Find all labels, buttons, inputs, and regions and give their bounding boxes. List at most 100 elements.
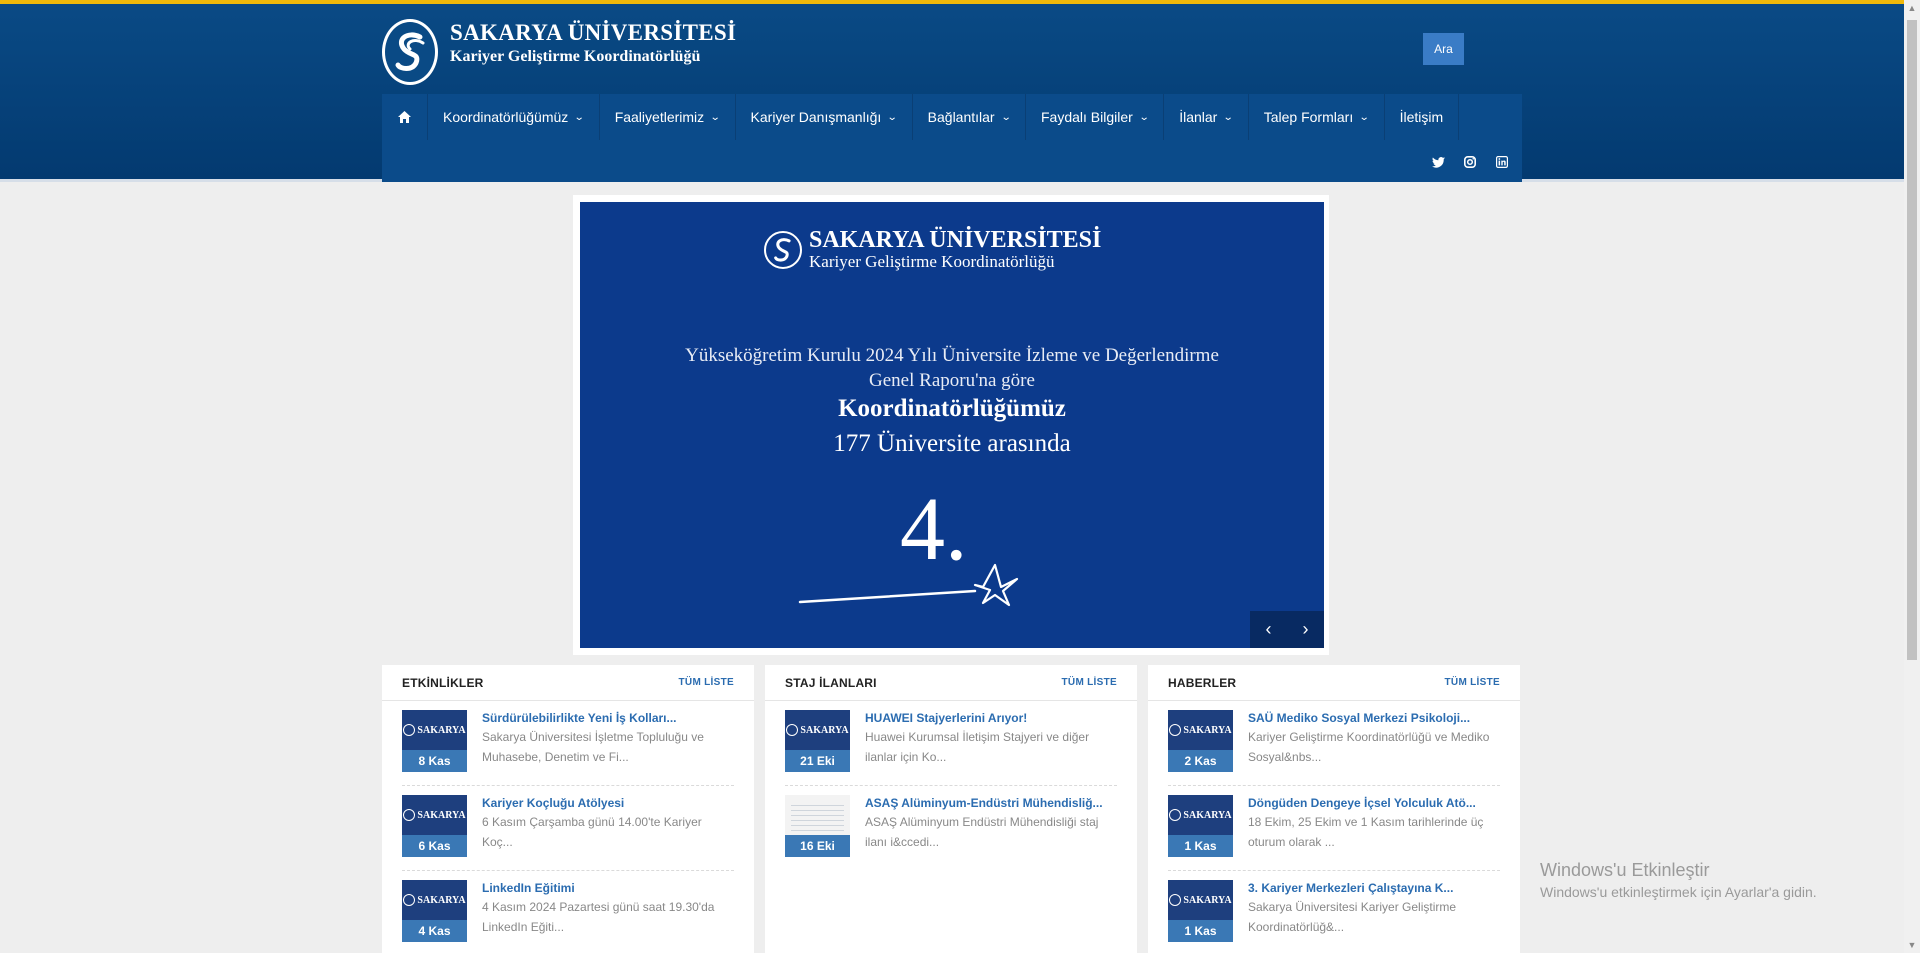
nav-item-kariyer-danismanligi[interactable]: Kariyer Danışmanlığı ⌄ [736,94,913,140]
list-item[interactable]: 16 Eki ASAŞ Alüminyum-Endüstri Mühendisl… [785,786,1117,871]
twitter-icon[interactable] [1430,154,1446,170]
item-thumbnail: SAKARYA 21 Eki [785,710,850,772]
list-item[interactable]: SAKARYA 4 Kas LinkedIn Eğitimi 4 Kasım 2… [402,871,734,953]
slider-next-button[interactable]: › [1287,611,1324,648]
view-all-link[interactable]: TÜM LİSTE [1445,677,1500,688]
thumb-logo-text: SAKARYA [417,809,466,821]
scrollbar-thumb[interactable] [1907,20,1917,660]
site-header: SAKARYA ÜNİVERSİTESİ Kariyer Geliştirme … [0,4,1904,182]
chevron-left-icon: ‹ [1265,619,1272,639]
item-title[interactable]: HUAWEI Stajyerlerini Arıyor! [865,710,1117,726]
nav-label: İletişim [1399,109,1444,125]
view-all-link[interactable]: TÜM LİSTE [1062,677,1117,688]
scroll-up-icon[interactable]: ▲ [1904,0,1920,16]
thumb-logo: SAKARYA [402,710,467,750]
logo-subtitle: Kariyer Geliştirme Koordinatörlüğü [450,48,701,65]
thumb-logo: SAKARYA [1168,710,1233,750]
list-item[interactable]: SAKARYA 2 Kas SAÜ Mediko Sosyal Merkezi … [1168,701,1500,786]
nav-label: Talep Formları [1263,109,1354,125]
panel-title: ETKİNLİKLER [402,675,484,690]
university-logo-icon [1169,724,1182,736]
site-logo[interactable]: SAKARYA ÜNİVERSİTESİ Kariyer Geliştirme … [382,19,762,89]
hero-slider: SAKARYA ÜNİVERSİTESİ Kariyer Geliştirme … [573,195,1329,655]
item-excerpt: 6 Kasım Çarşamba günü 14.00'te Kariyer K… [482,815,702,849]
windows-activation-watermark: Windows'u Etkinleştir Windows'u etkinleş… [1540,860,1817,900]
nav-label: Faydalı Bilgiler [1040,109,1133,125]
university-logo-icon [1169,809,1182,821]
item-thumbnail: SAKARYA 6 Kas [402,795,467,857]
slide-logo: SAKARYA ÜNİVERSİTESİ Kariyer Geliştirme … [764,228,1101,272]
item-title[interactable]: Sürdürülebilirlikte Yeni İş Kolları... [482,710,734,726]
item-thumbnail: SAKARYA 1 Kas [1168,795,1233,857]
linkedin-icon[interactable] [1494,154,1510,170]
news-panel: HABERLER TÜM LİSTE SAKARYA 2 Kas SAÜ Med… [1148,665,1520,953]
item-title[interactable]: 3. Kariyer Merkezleri Çalıştayına K... [1248,880,1500,896]
item-thumbnail: SAKARYA 8 Kas [402,710,467,772]
nav-item-baglantilar[interactable]: Bağlantılar ⌄ [913,94,1026,140]
chevron-down-icon: ⌄ [1223,111,1234,123]
thumb-logo: SAKARYA [785,710,850,750]
watermark-title: Windows'u Etkinleştir [1540,860,1710,880]
list-item[interactable]: SAKARYA 1 Kas Döngüden Dengeye İçsel Yol… [1168,786,1500,871]
thumb-logo: SAKARYA [402,880,467,920]
slider-prev-button[interactable]: ‹ [1250,611,1287,648]
nav-item-koordinatorlugumuz[interactable]: Koordinatörlüğümüz ⌄ [428,94,600,140]
item-title[interactable]: Döngüden Dengeye İçsel Yolculuk Atö... [1248,795,1500,811]
item-date: 16 Eki [785,835,850,857]
instagram-icon[interactable] [1462,154,1478,170]
thumb-logo-text: SAKARYA [1183,724,1232,736]
nav-item-ilanlar[interactable]: İlanlar ⌄ [1164,94,1249,140]
item-excerpt: Sakarya Üniversitesi Kariyer Geliştirme … [1248,900,1457,934]
page-scrollbar[interactable]: ▲ ▼ [1904,0,1920,953]
search-button[interactable]: Ara [1423,33,1464,65]
item-date: 8 Kas [402,750,467,772]
item-title[interactable]: Kariyer Koçluğu Atölyesi [482,795,734,811]
list-item[interactable]: SAKARYA 1 Kas 3. Kariyer Merkezleri Çalı… [1168,871,1500,953]
nav-item-iletisim[interactable]: İletişim [1385,94,1460,140]
list-item[interactable]: SAKARYA 8 Kas Sürdürülebilirlikte Yeni İ… [402,701,734,786]
main-nav: Koordinatörlüğümüz ⌄ Faaliyetlerimiz ⌄ Kar… [382,94,1522,182]
chevron-down-icon: ⌄ [1000,111,1012,123]
nav-item-faaliyetlerimiz[interactable]: Faaliyetlerimiz ⌄ [600,94,736,140]
item-date: 1 Kas [1168,835,1233,857]
nav-label: İlanlar [1179,109,1218,125]
chevron-down-icon: ⌄ [709,111,721,123]
chevron-right-icon: › [1302,619,1309,639]
thumb-logo: SAKARYA [1168,880,1233,920]
nav-label: Faaliyetlerimiz [614,109,705,125]
item-excerpt: ASAŞ Alüminyum Endüstri Mühendisliği sta… [865,815,1099,849]
item-date: 4 Kas [402,920,467,942]
nav-label: Kariyer Danışmanlığı [750,109,882,125]
chevron-down-icon: ⌄ [1358,111,1370,123]
item-thumbnail: SAKARYA 2 Kas [1168,710,1233,772]
slide-text-line: Genel Raporu'na göre [869,370,1035,391]
item-excerpt: 18 Ekim, 25 Ekim ve 1 Kasım tarihlerinde… [1248,815,1484,849]
nav-item-talep-formlari[interactable]: Talep Formları ⌄ [1249,94,1385,140]
thumb-logo-text: SAKARYA [1183,894,1232,906]
slide-headline: Koordinatörlüğümüz [838,395,1066,422]
item-excerpt: Sakarya Üniversitesi İşletme Topluluğu v… [482,730,704,764]
thumb-logo-text: SAKARYA [800,724,849,736]
slide-logo-title: SAKARYA ÜNİVERSİTESİ [809,227,1102,253]
list-item[interactable]: SAKARYA 21 Eki HUAWEI Stajyerlerini Arıy… [785,701,1117,786]
panel-header: HABERLER TÜM LİSTE [1148,665,1520,701]
list-item[interactable]: SAKARYA 6 Kas Kariyer Koçluğu Atölyesi 6… [402,786,734,871]
slide-current[interactable]: SAKARYA ÜNİVERSİTESİ Kariyer Geliştirme … [580,202,1324,648]
view-all-link[interactable]: TÜM LİSTE [679,677,734,688]
star-doodle-icon [798,563,1019,607]
thumb-logo: SAKARYA [1168,795,1233,835]
university-logo-icon [382,19,438,85]
nav-home[interactable] [382,94,428,140]
thumb-logo-text: SAKARYA [1183,809,1232,821]
watermark-subtitle: Windows'u etkinleştirmek için Ayarlar'a … [1540,884,1817,900]
item-title[interactable]: SAÜ Mediko Sosyal Merkezi Psikoloji... [1248,710,1500,726]
thumb-logo: SAKARYA [402,795,467,835]
item-title[interactable]: ASAŞ Alüminyum-Endüstri Mühendisliğ... [865,795,1117,811]
scroll-down-icon[interactable]: ▼ [1904,937,1920,953]
events-panel: ETKİNLİKLER TÜM LİSTE SAKARYA 8 Kas Sürd… [382,665,754,953]
panel-title: HABERLER [1168,675,1237,690]
item-title[interactable]: LinkedIn Eğitimi [482,880,734,896]
thumb-logo-text: SAKARYA [417,724,466,736]
logo-title: SAKARYA ÜNİVERSİTESİ [450,20,737,45]
nav-item-faydali-bilgiler[interactable]: Faydalı Bilgiler ⌄ [1026,94,1165,140]
